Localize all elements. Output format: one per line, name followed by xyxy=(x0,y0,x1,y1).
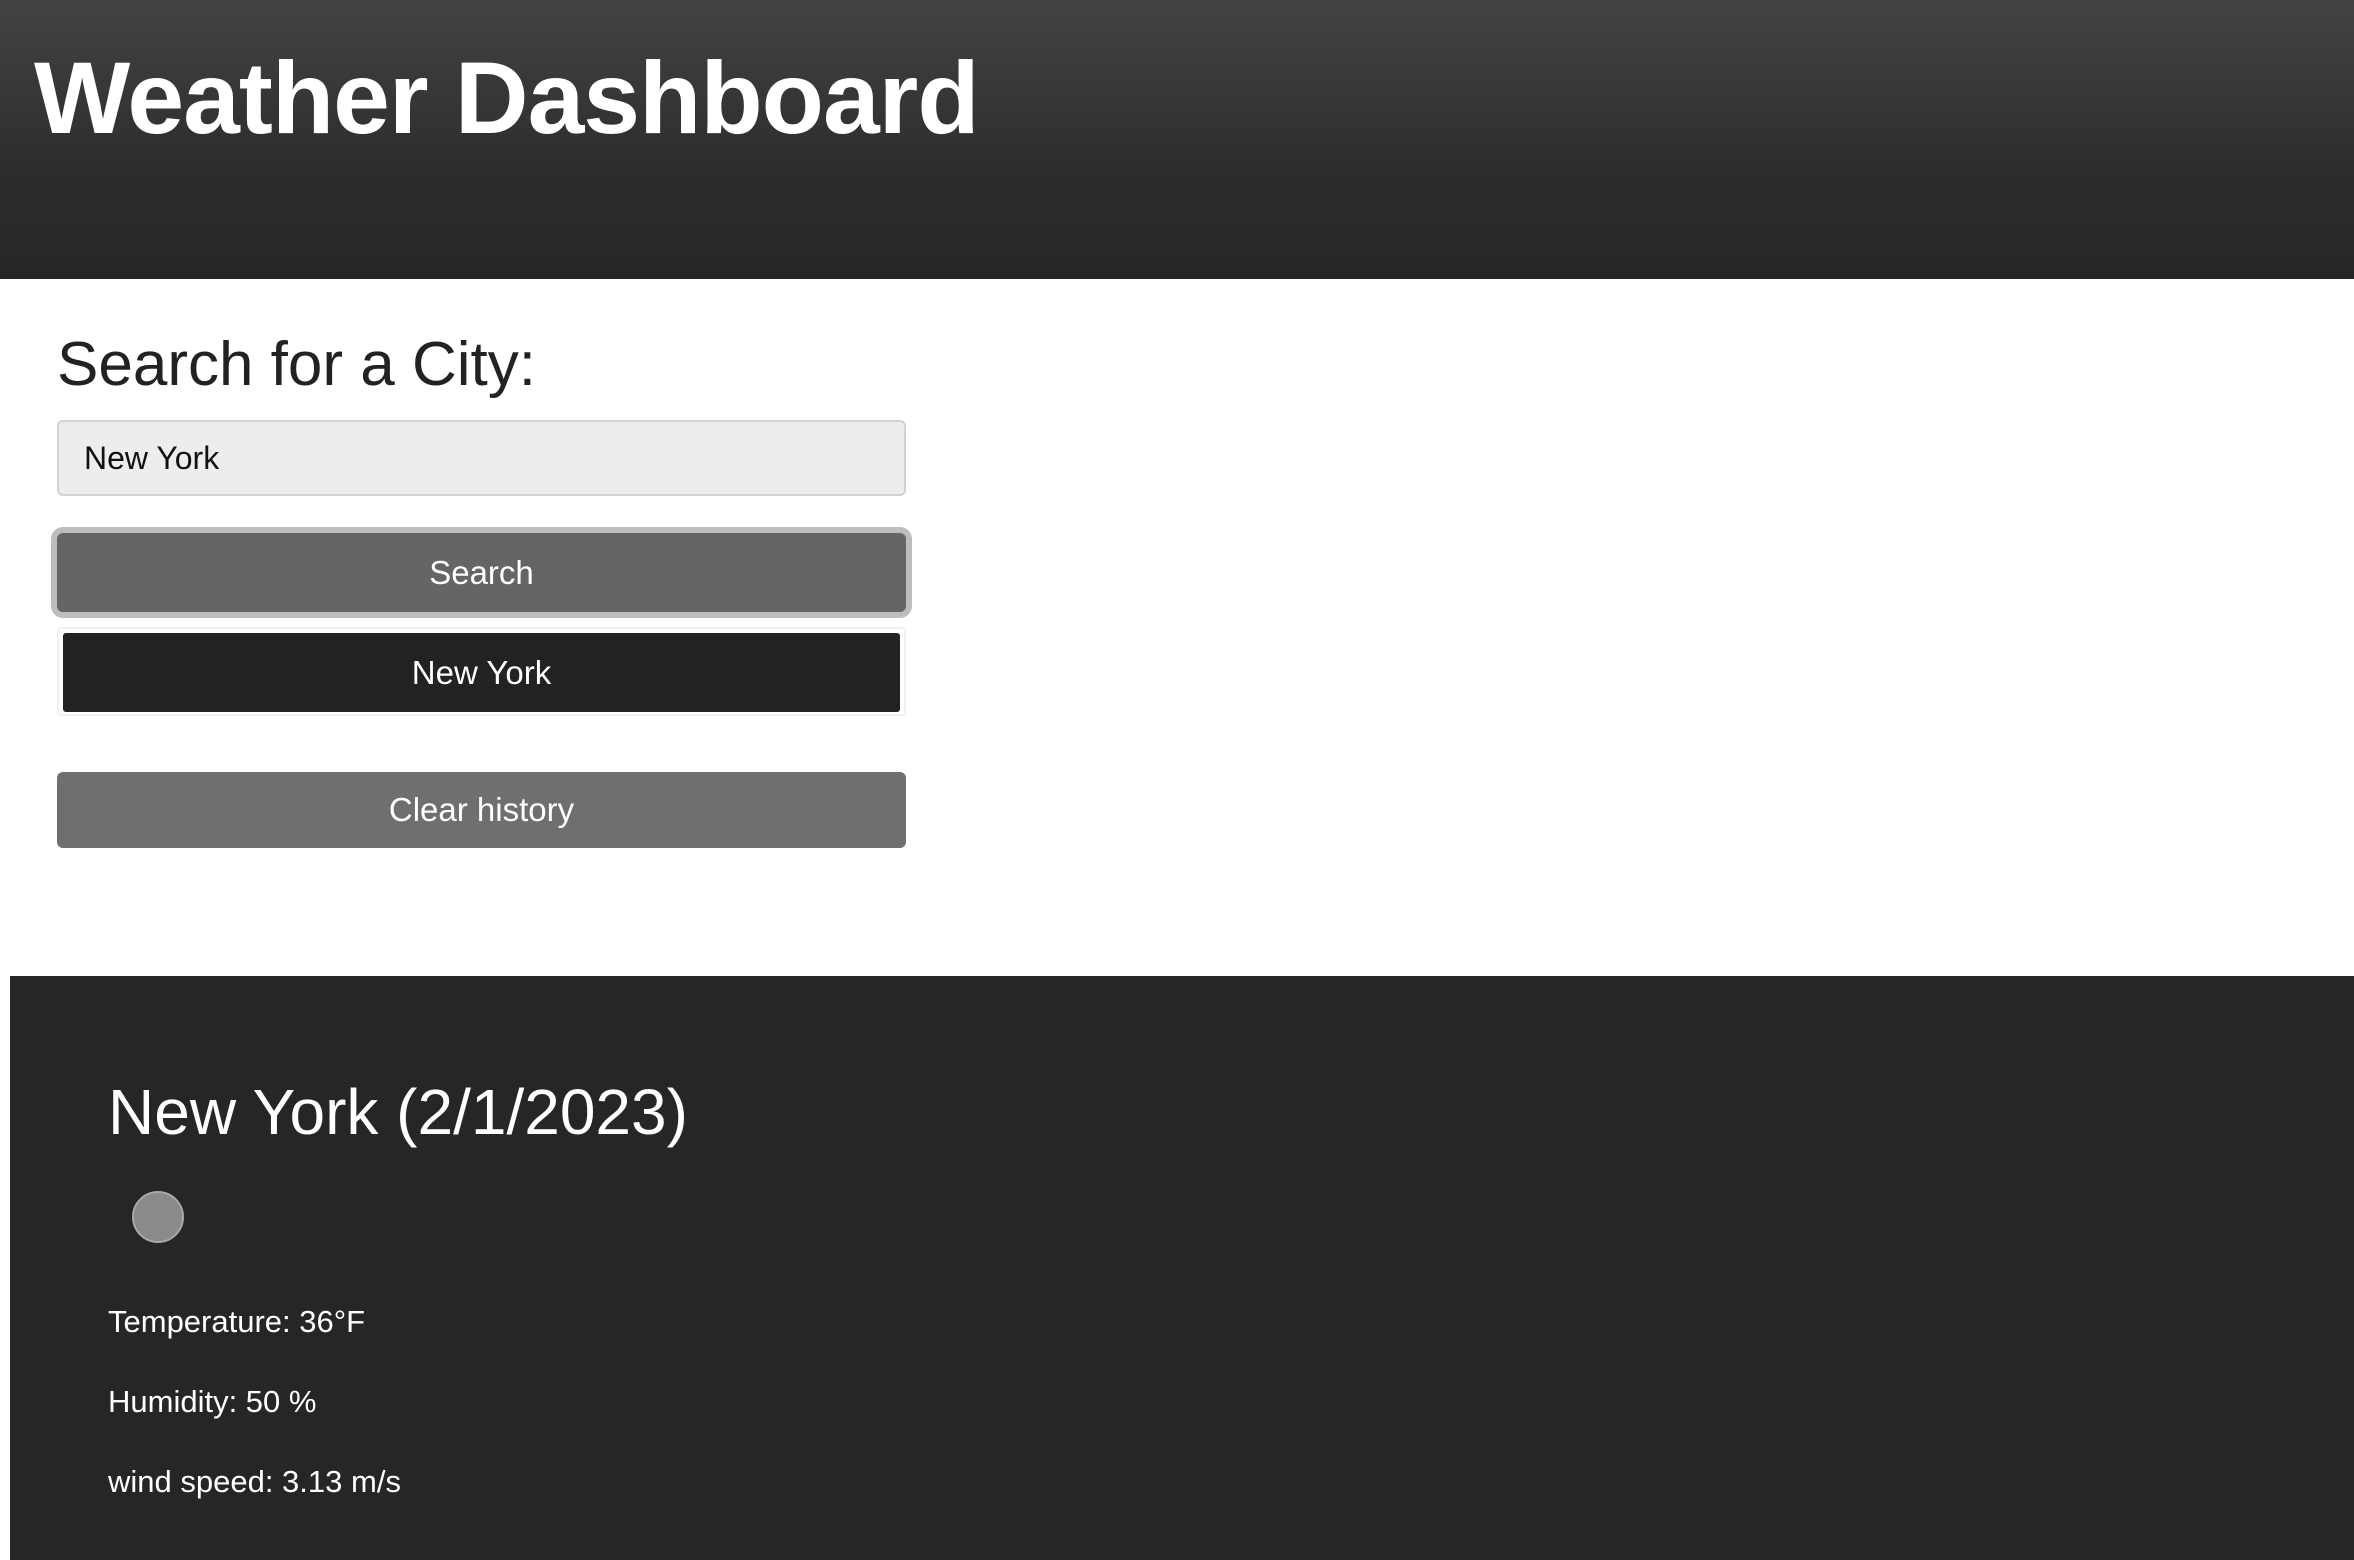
search-heading: Search for a City: xyxy=(57,330,536,399)
search-button[interactable]: Search xyxy=(57,533,906,612)
page-header: Weather Dashboard xyxy=(0,0,2354,279)
current-weather-title: New York (2/1/2023) xyxy=(108,1076,688,1148)
clear-history-button[interactable]: Clear history xyxy=(57,772,906,848)
history-item-new-york[interactable]: New York xyxy=(63,633,900,712)
search-history-list: New York xyxy=(57,627,906,716)
wind-speed-text: wind speed: 3.13 m/s xyxy=(108,1464,401,1499)
current-weather-panel: New York (2/1/2023) Temperature: 36°F Hu… xyxy=(10,976,2354,1560)
humidity-text: Humidity: 50 % xyxy=(108,1384,317,1419)
temperature-text: Temperature: 36°F xyxy=(108,1304,366,1339)
weather-condition-icon xyxy=(132,1191,184,1243)
page-title: Weather Dashboard xyxy=(34,41,980,155)
city-search-input[interactable] xyxy=(57,420,906,496)
